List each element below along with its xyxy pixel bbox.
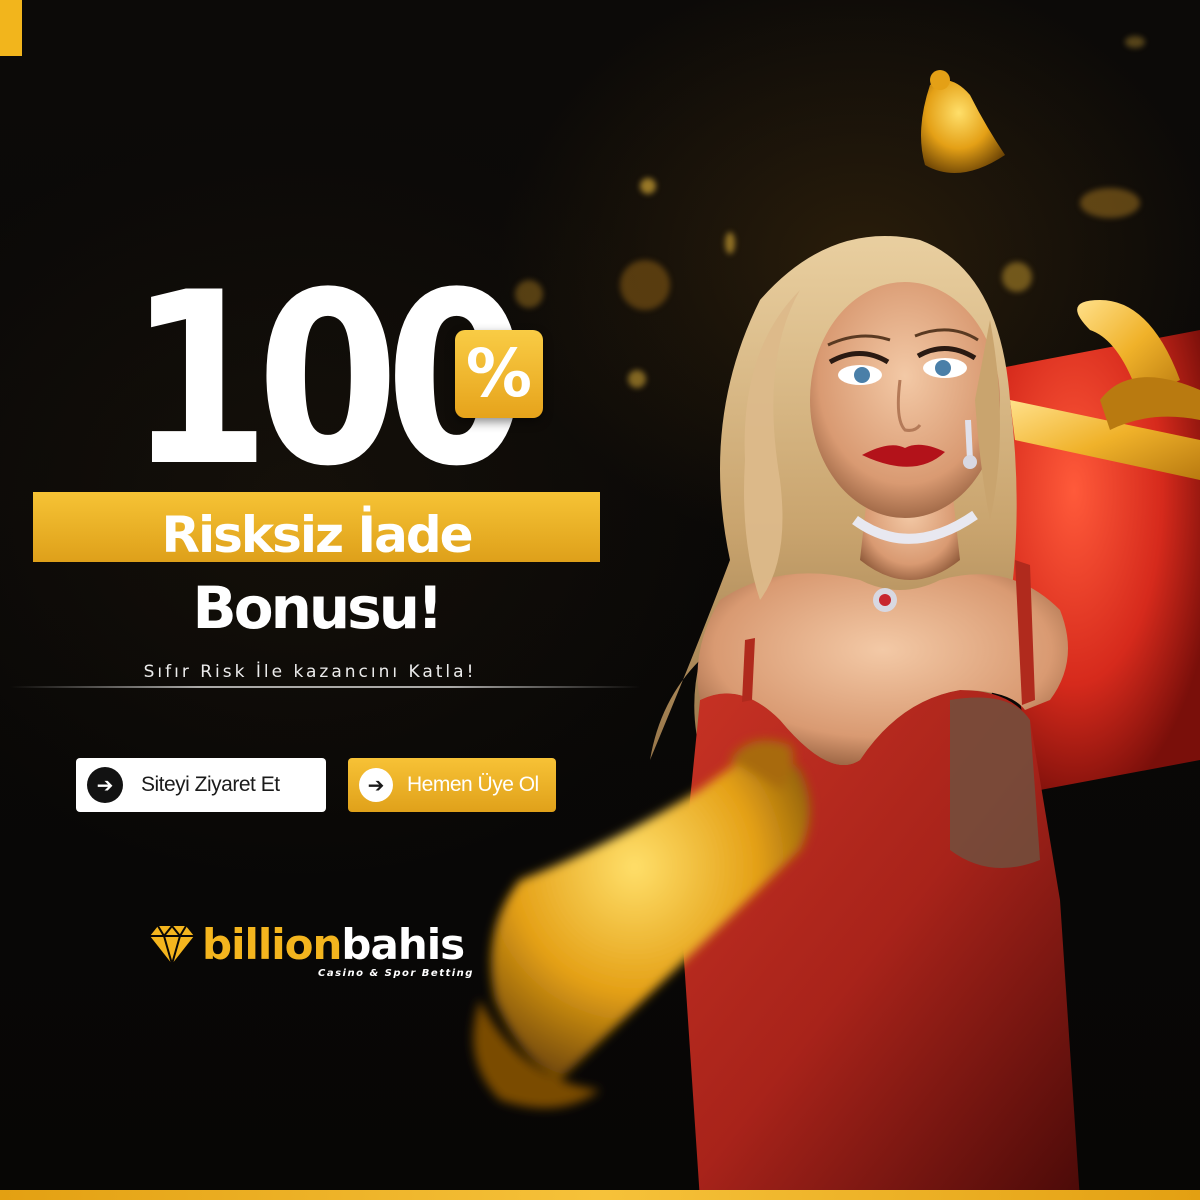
headline-band-text: Risksiz İade [161, 506, 473, 564]
tagline: Sıfır Risk İle kazancını Katla! [143, 662, 477, 682]
join-now-label: Hemen Üye Ol [407, 773, 539, 796]
bokeh-light [628, 370, 646, 388]
bell-icon [921, 70, 1005, 173]
arrow-right-icon: ➔ [87, 767, 123, 803]
brand-name-part2: bahis [341, 920, 465, 969]
face [810, 282, 1000, 518]
bokeh-light [1002, 262, 1032, 292]
visit-site-label: Siteyi Ziyaret Et [141, 773, 280, 796]
bokeh-light [640, 178, 656, 194]
diamond-icon [150, 924, 194, 964]
divider [10, 686, 640, 688]
brand-name-part1: billion [202, 920, 342, 969]
gift-box-icon [990, 300, 1200, 790]
bokeh-light [515, 280, 543, 308]
brand-name: billionbahis [202, 918, 465, 972]
bokeh-light [1080, 188, 1140, 218]
visit-site-button[interactable]: ➔ Siteyi Ziyaret Et [76, 758, 326, 812]
dress [680, 690, 1080, 1200]
brand-subtitle: Casino & Spor Betting [318, 968, 474, 979]
percent-badge: % [455, 330, 543, 418]
hair [650, 236, 1017, 820]
bokeh-light [620, 260, 670, 310]
join-now-button[interactable]: ➔ Hemen Üye Ol [348, 758, 556, 812]
bottom-accent-bar [0, 1190, 1200, 1200]
corner-accent [0, 0, 22, 56]
bokeh-light [1125, 36, 1145, 48]
brand-logo: billionbahis Casino & Spor Betting [150, 918, 490, 988]
promo-banner: 100 % Risksiz İade Bonusu! Sıfır Risk İl… [0, 0, 1200, 1200]
headline-bonus-text: Bonusu! [192, 574, 444, 642]
bokeh-light [725, 232, 735, 254]
arrow-right-icon: ➔ [359, 768, 393, 802]
